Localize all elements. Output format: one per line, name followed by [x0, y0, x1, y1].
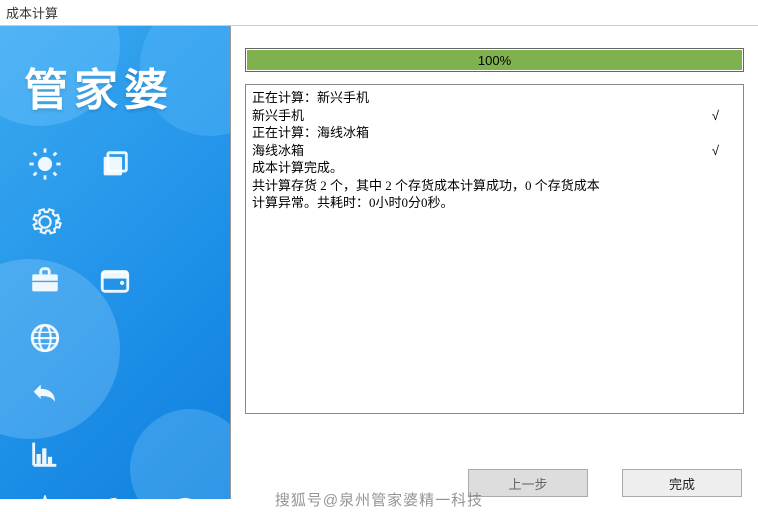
log-line: 共计算存货 2 个，其中 2 个存货成本计算成功，0 个存货成本 — [252, 177, 737, 195]
log-line: 成本计算完成。 — [252, 159, 737, 177]
brand-panel: 管家婆 — [0, 26, 230, 499]
briefcase-icon — [17, 254, 73, 306]
gear-icon — [17, 196, 73, 248]
window-title: 成本计算 — [0, 0, 758, 25]
sun-icon — [17, 138, 73, 190]
log-line: 海线冰箱√ — [252, 142, 737, 160]
progress-bar: 100% — [245, 48, 744, 72]
main-area: 管家婆 100% 正在计算：新兴手机新兴手机√正 — [0, 25, 758, 499]
wallet-icon — [87, 254, 143, 306]
content-panel: 100% 正在计算：新兴手机新兴手机√正在计算：海线冰箱海线冰箱√成本计算完成。… — [230, 26, 758, 499]
globe-icon — [17, 312, 73, 364]
undo-icon — [17, 370, 73, 422]
progress-text: 100% — [478, 53, 511, 68]
icon-grid — [0, 138, 230, 499]
log-line: 正在计算：海线冰箱 — [252, 124, 737, 142]
log-textarea[interactable]: 正在计算：新兴手机新兴手机√正在计算：海线冰箱海线冰箱√成本计算完成。共计算存货… — [245, 84, 744, 414]
progress-fill: 100% — [247, 50, 742, 70]
button-row: 上一步 完成 — [468, 469, 742, 497]
finish-button[interactable]: 完成 — [622, 469, 742, 497]
star-icon — [17, 486, 73, 499]
barchart-icon — [17, 428, 73, 480]
piechart-icon — [87, 486, 143, 499]
log-line: 正在计算：新兴手机 — [252, 89, 737, 107]
prev-button[interactable]: 上一步 — [468, 469, 588, 497]
layers-icon — [87, 138, 143, 190]
log-line: 新兴手机√ — [252, 107, 737, 125]
log-line: 计算异常。共耗时：0小时0分0秒。 — [252, 194, 737, 212]
brand-title: 管家婆 — [0, 26, 230, 118]
minus-icon — [157, 486, 213, 499]
